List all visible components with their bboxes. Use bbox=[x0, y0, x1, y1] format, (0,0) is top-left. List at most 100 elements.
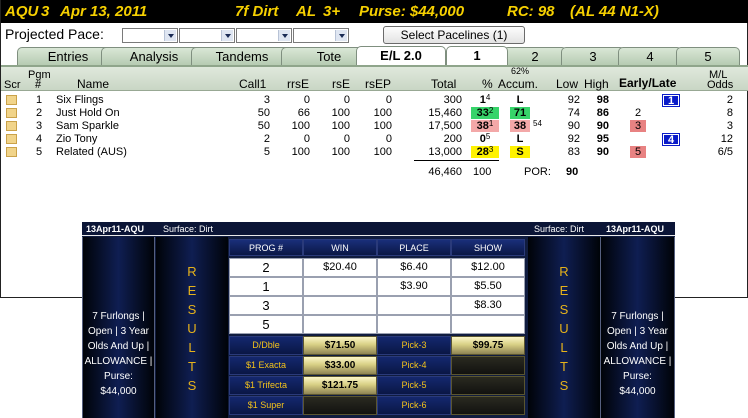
race-distance-surface: 7f Dirt bbox=[235, 3, 279, 20]
exotic-payout: $121.75 bbox=[303, 376, 377, 395]
entry-call1: 50 bbox=[257, 120, 270, 132]
finisher-place bbox=[377, 296, 451, 315]
pace-select-3[interactable] bbox=[236, 28, 292, 43]
race-info-right: 7 Furlongs | Open | 3 Year Olds And Up | AL… bbox=[600, 237, 675, 418]
col-call1[interactable]: Call1 bbox=[239, 77, 266, 91]
finisher-place: $3.90 bbox=[377, 277, 451, 296]
exotic-label: $1 Exacta bbox=[229, 356, 303, 375]
exotic-label-2: Pick-4 bbox=[377, 356, 451, 375]
col-high[interactable]: High bbox=[584, 77, 609, 91]
exotic-payout-2 bbox=[451, 396, 525, 415]
entry-low: 83 bbox=[567, 146, 580, 158]
finisher-prog: 2 bbox=[229, 258, 303, 277]
tab-race-1[interactable]: 1 bbox=[446, 46, 508, 66]
scratch-checkbox[interactable] bbox=[6, 121, 17, 131]
exotic-label: $1 Trifecta bbox=[229, 376, 303, 395]
pace-select-1[interactable] bbox=[122, 28, 178, 43]
entry-high: 98 bbox=[596, 94, 609, 106]
results-letter: S bbox=[559, 378, 569, 393]
board-race-id-right: 13Apr11-AQU bbox=[606, 224, 665, 234]
race-purse: Purse: $44,000 bbox=[359, 3, 465, 20]
entry-call1: 3 bbox=[263, 94, 270, 106]
table-row[interactable]: 5 Related (AUS) 5 100 100 100 13,000 83 90 6/5 283… bbox=[1, 146, 748, 158]
tab-race-3[interactable]: 3 bbox=[561, 47, 625, 65]
col-name[interactable]: Name bbox=[77, 77, 109, 91]
tab-race-5[interactable]: 5 bbox=[676, 47, 740, 65]
entry-accum-sup: 54 bbox=[533, 119, 542, 128]
col-scr[interactable]: Scr bbox=[4, 79, 21, 91]
finisher-win: $20.40 bbox=[303, 258, 377, 277]
entry-rsep: 100 bbox=[373, 107, 392, 119]
entry-high: 90 bbox=[596, 120, 609, 132]
results-banner-right: RESULTS bbox=[528, 237, 600, 418]
entry-pgm: 3 bbox=[36, 120, 43, 132]
pace-select-2[interactable] bbox=[179, 28, 235, 43]
tab-race-4[interactable]: 4 bbox=[618, 47, 682, 65]
entry-total: 15,460 bbox=[428, 107, 462, 119]
finisher-prog: 5 bbox=[229, 315, 303, 334]
totals-row: 46,460 100 POR: 90 bbox=[1, 166, 748, 180]
entry-pgm: 2 bbox=[36, 107, 43, 119]
exotic-payout-2 bbox=[451, 376, 525, 395]
entry-accum: 71 bbox=[510, 107, 530, 119]
table-row[interactable]: 4 Zio Tony 2 0 0 0 200 92 95 12 05 L 4 bbox=[1, 132, 748, 146]
race-info-line: $44,000 bbox=[619, 386, 656, 397]
finisher-win bbox=[303, 315, 377, 334]
entry-rse: 100 bbox=[331, 120, 350, 132]
entry-pct: 14 bbox=[479, 93, 491, 107]
entry-rse: 100 bbox=[331, 107, 350, 119]
results-banner-left: RESULTS bbox=[156, 237, 228, 418]
col-low[interactable]: Low bbox=[556, 77, 578, 91]
results-letter: S bbox=[187, 302, 197, 317]
table-row[interactable]: 1 Six Flings 3 0 0 0 300 92 98 2 14 L 1 bbox=[1, 93, 748, 107]
entry-total: 17,500 bbox=[428, 120, 462, 132]
entry-rrse: 100 bbox=[291, 120, 310, 132]
race-rating: RC: 98 bbox=[507, 3, 555, 20]
scratch-checkbox[interactable] bbox=[6, 95, 17, 105]
col-rrse[interactable]: rrsE bbox=[287, 77, 309, 91]
entry-accum: L bbox=[516, 133, 524, 145]
results-board: 13Apr11-AQU Surface: Dirt Surface: Dirt … bbox=[82, 222, 675, 418]
tab-race-2[interactable]: 2 bbox=[503, 47, 567, 65]
entry-accum: 38 bbox=[510, 120, 530, 132]
select-pacelines-button[interactable]: Select Pacelines (1) bbox=[383, 26, 525, 44]
chevron-down-icon bbox=[164, 30, 176, 41]
col-rsep[interactable]: rsEP bbox=[365, 77, 391, 91]
board-col-show: SHOW bbox=[451, 239, 525, 256]
entry-accum: S bbox=[510, 146, 530, 158]
projected-pace-row: Projected Pace: Select Pacelines (1) bbox=[1, 25, 748, 45]
pace-select-4[interactable] bbox=[293, 28, 349, 43]
tab-tandems[interactable]: Tandems bbox=[191, 47, 293, 65]
race-class: AL bbox=[296, 3, 316, 20]
scratch-checkbox[interactable] bbox=[6, 147, 17, 157]
exotic-label-2: Pick-6 bbox=[377, 396, 451, 415]
entry-name: Sam Sparkle bbox=[56, 120, 119, 132]
col-total[interactable]: Total bbox=[431, 77, 456, 91]
table-row[interactable]: 3 Sam Sparkle 50 100 100 100 17,500 90 90 3 381 38 5… bbox=[1, 119, 748, 132]
col-rse[interactable]: rsE bbox=[332, 77, 350, 91]
entry-low: 74 bbox=[567, 107, 580, 119]
entry-early: 5 bbox=[630, 146, 646, 158]
entry-pct: 05 bbox=[479, 132, 491, 146]
entry-rrse: 0 bbox=[303, 133, 310, 145]
col-pct[interactable]: % bbox=[482, 77, 493, 91]
entry-pct: 332 bbox=[471, 107, 499, 119]
board-race-id-left: 13Apr11-AQU bbox=[86, 224, 145, 234]
entry-low: 90 bbox=[567, 120, 580, 132]
col-accum[interactable]: Accum. bbox=[498, 77, 538, 91]
tab-el-2[interactable]: E/L 2.0 bbox=[356, 46, 446, 66]
col-early-late[interactable]: Early/Late bbox=[619, 76, 676, 90]
entry-low: 92 bbox=[567, 133, 580, 145]
por-label: POR: bbox=[524, 166, 551, 178]
scratch-checkbox[interactable] bbox=[6, 134, 17, 144]
col-ml-odds: Odds bbox=[707, 79, 734, 91]
entry-pgm: 1 bbox=[36, 94, 43, 106]
table-row[interactable]: 2 Just Hold On 50 66 100 100 15,460 74 86 8 332 71 2 bbox=[1, 107, 748, 119]
exotic-label: $1 Super bbox=[229, 396, 303, 415]
race-info-line: Open | 3 Year bbox=[88, 326, 149, 337]
entry-rsep: 100 bbox=[373, 120, 392, 132]
results-letter: T bbox=[188, 359, 196, 374]
scratch-checkbox[interactable] bbox=[6, 108, 17, 118]
entry-rse: 0 bbox=[343, 133, 350, 145]
entry-ml-odds: 12 bbox=[720, 133, 733, 145]
